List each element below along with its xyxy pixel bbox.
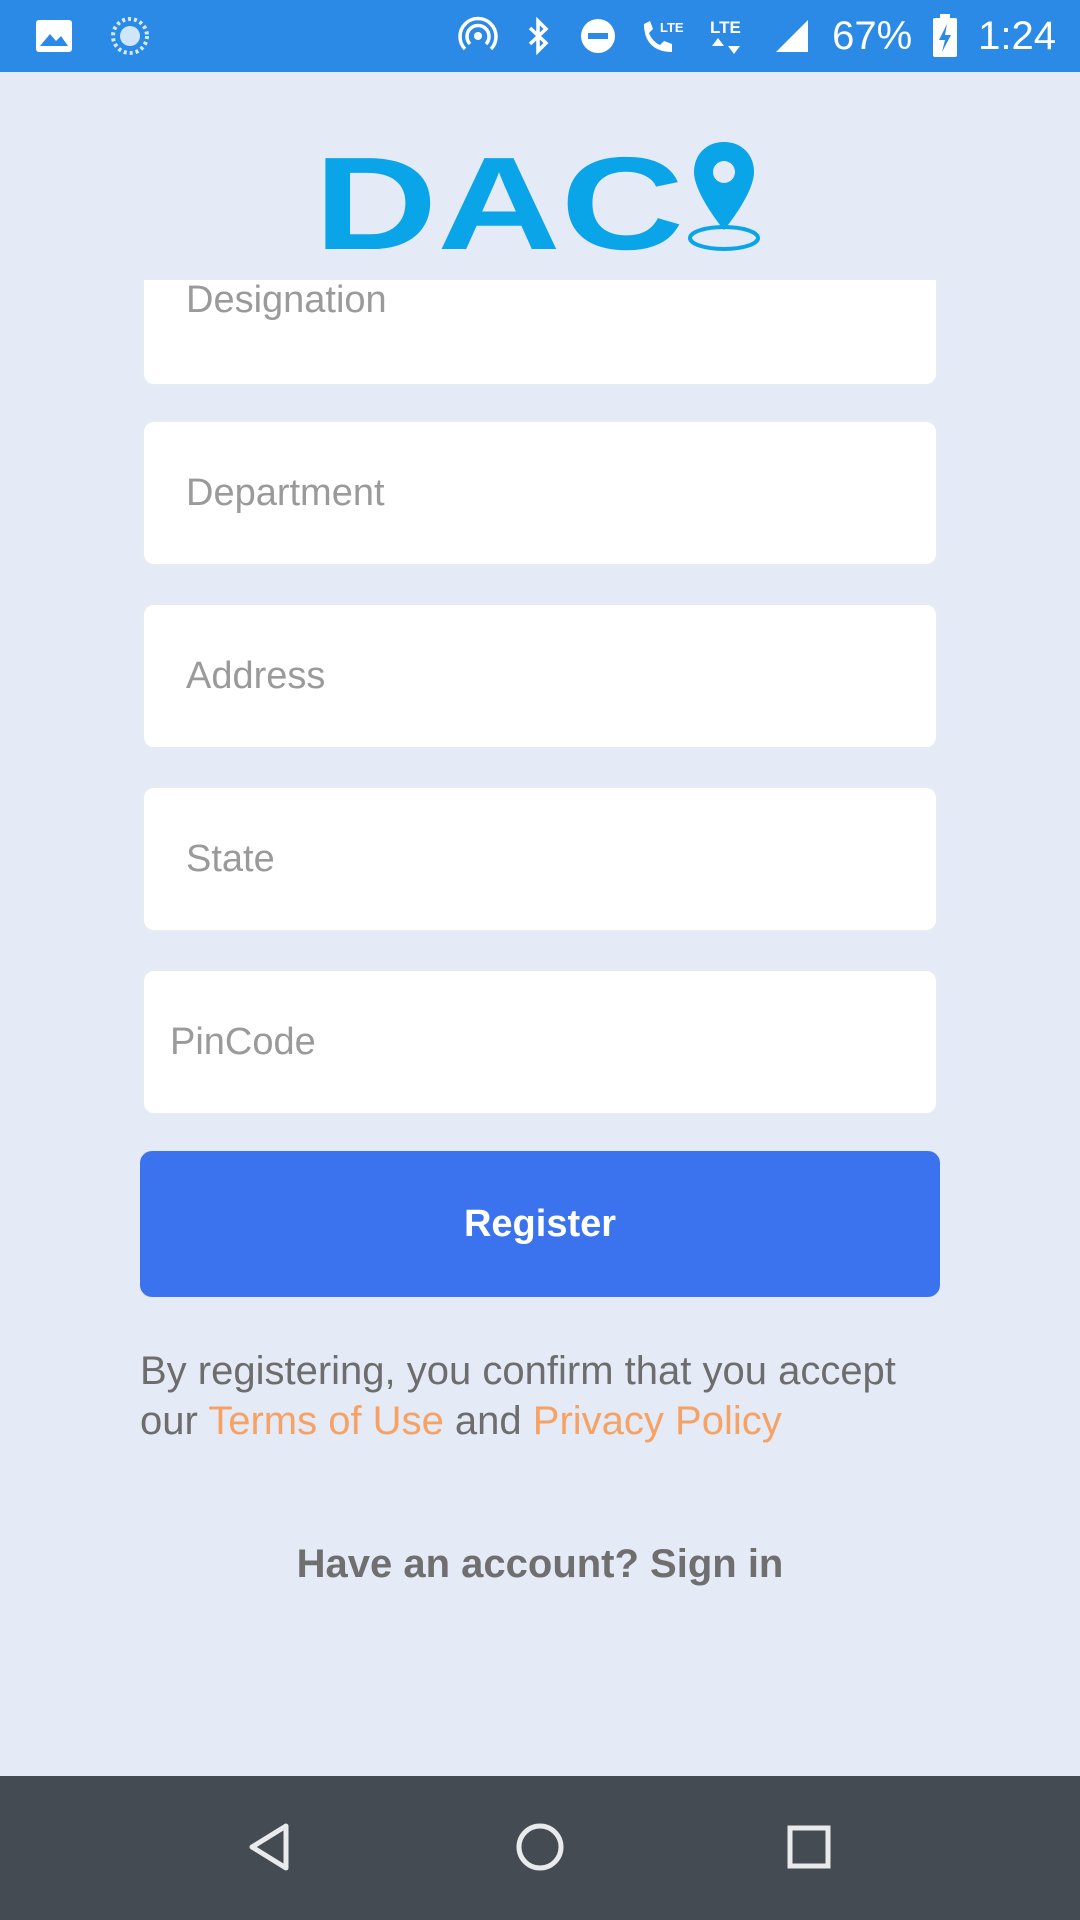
- battery-percent: 67%: [832, 13, 913, 58]
- register-button[interactable]: Register: [140, 1151, 940, 1297]
- pincode-input[interactable]: [170, 971, 870, 1113]
- image-icon: [36, 20, 72, 52]
- dac-logo: DAC: [314, 134, 760, 254]
- signal-icon: [776, 20, 809, 52]
- recents-icon[interactable]: [774, 1812, 844, 1882]
- department-input[interactable]: [186, 422, 886, 564]
- svg-text:LTE: LTE: [710, 18, 741, 37]
- battery-charging-icon: [933, 14, 958, 57]
- state-input[interactable]: [186, 788, 886, 930]
- home-icon[interactable]: [505, 1812, 575, 1882]
- terms-notice: By registering, you confirm that you acc…: [140, 1346, 960, 1446]
- terms-middle: and: [443, 1399, 533, 1443]
- status-bar: LTE LTE 67% 1:24: [0, 0, 1080, 72]
- svg-text:DAC: DAC: [314, 134, 684, 254]
- pincode-field[interactable]: [142, 969, 938, 1115]
- state-field[interactable]: [142, 786, 938, 932]
- dnd-icon: [581, 19, 616, 53]
- address-input[interactable]: [186, 605, 886, 747]
- privacy-policy-link[interactable]: Privacy Policy: [533, 1399, 782, 1443]
- clock: 1:24: [978, 13, 1056, 58]
- terms-of-use-link[interactable]: Terms of Use: [208, 1399, 444, 1443]
- designation-field[interactable]: [142, 260, 938, 386]
- back-icon[interactable]: [236, 1812, 306, 1882]
- department-field[interactable]: [142, 420, 938, 566]
- address-field[interactable]: [142, 603, 938, 749]
- svg-text:LTE: LTE: [660, 20, 684, 35]
- sync-icon: [111, 17, 149, 55]
- bluetooth-icon: [528, 16, 549, 56]
- designation-input[interactable]: [186, 260, 886, 340]
- volte-call-icon: LTE: [644, 20, 684, 52]
- sign-in-link[interactable]: Have an account? Sign in: [0, 1542, 1080, 1587]
- navigation-bar: [0, 1776, 1080, 1920]
- lte-data-icon: LTE: [710, 18, 741, 54]
- hotspot-icon: [458, 16, 498, 51]
- register-button-label: Register: [463, 1202, 617, 1245]
